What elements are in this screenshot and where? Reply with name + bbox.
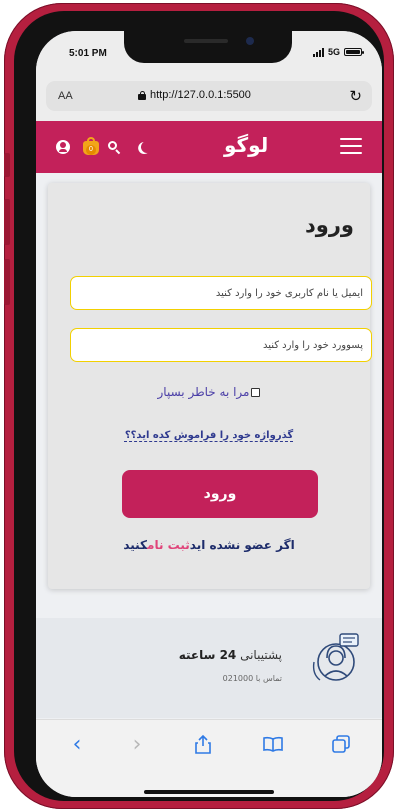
network-label: 5G: [327, 47, 340, 57]
mute-switch: [4, 153, 10, 177]
battery-icon: [344, 48, 364, 56]
phone-bezel: 5:01 PM 5G AA http://127.0.0.1:5500 ↻ 0 …: [14, 11, 384, 801]
signup-prefix: اگر عضو نشده اید: [189, 538, 295, 552]
support-headset-icon: [312, 633, 359, 681]
signup-prompt: اگر عضو نشده ایدثبت نامکنید: [48, 538, 370, 552]
speaker-grille: [184, 39, 228, 43]
forward-icon[interactable]: ›: [122, 732, 152, 757]
share-icon[interactable]: [188, 732, 218, 756]
site-header: 0 لوگو: [36, 121, 382, 173]
volume-down-button: [4, 259, 10, 305]
notch: [124, 31, 292, 63]
remember-me-label[interactable]: مرا به خاطر بسپار: [158, 385, 250, 399]
remember-me-checkbox[interactable]: [251, 387, 261, 397]
login-title: ورود: [305, 213, 354, 237]
moon-icon[interactable]: [139, 139, 154, 154]
support-title-bold: 24 ساعته: [178, 648, 237, 662]
email-field[interactable]: [70, 276, 372, 310]
phone-frame: 5:01 PM 5G AA http://127.0.0.1:5500 ↻ 0 …: [4, 3, 394, 809]
status-indicators: 5G: [312, 47, 364, 57]
signal-icon: [312, 47, 324, 57]
user-icon[interactable]: [56, 140, 70, 154]
signup-suffix: کنید: [123, 538, 148, 552]
remember-me-row: مرا به خاطر بسپار: [48, 385, 370, 399]
support-title: پشتیبانی 24 ساعته: [179, 648, 282, 662]
bookmarks-icon[interactable]: [258, 732, 288, 756]
forgot-password-link[interactable]: گذرواژه خود را فراموش کده اید؟؟: [48, 430, 370, 441]
lock-icon: [138, 90, 146, 100]
url-field[interactable]: AA http://127.0.0.1:5500 ↻: [46, 81, 372, 111]
front-camera: [246, 37, 254, 45]
login-submit-button[interactable]: ورود: [122, 470, 318, 518]
url-text: http://127.0.0.1:5500: [150, 89, 251, 101]
cart-count-badge: 0: [86, 145, 96, 155]
search-icon[interactable]: [108, 140, 121, 154]
browser-address-bar: AA http://127.0.0.1:5500 ↻: [36, 75, 382, 121]
status-time: 5:01 PM: [69, 48, 107, 59]
phone-screen: 5:01 PM 5G AA http://127.0.0.1:5500 ↻ 0 …: [36, 31, 382, 797]
status-bar: 5:01 PM 5G: [36, 31, 382, 75]
hamburger-menu-icon[interactable]: [340, 138, 362, 154]
support-contact: تماس با 021000: [222, 674, 282, 683]
reload-icon[interactable]: ↻: [349, 87, 362, 105]
tabs-icon[interactable]: [326, 732, 356, 756]
signup-link[interactable]: ثبت نام: [147, 538, 190, 552]
header-actions: 0: [56, 137, 153, 157]
reader-settings-button[interactable]: AA: [58, 90, 73, 102]
back-icon[interactable]: ‹: [62, 732, 92, 757]
home-indicator: [144, 790, 274, 794]
password-field[interactable]: [70, 328, 372, 362]
browser-toolbar: ‹ ›: [36, 719, 382, 797]
support-title-prefix: پشتیبانی: [240, 648, 282, 662]
cart-button[interactable]: 0: [82, 137, 100, 157]
login-card: ورود مرا به خاطر بسپار گذرواژه خود را فر…: [48, 183, 372, 589]
volume-up-button: [4, 199, 10, 245]
site-logo[interactable]: لوگو: [224, 133, 268, 157]
support-section: پشتیبانی 24 ساعته تماس با 021000: [36, 618, 382, 718]
